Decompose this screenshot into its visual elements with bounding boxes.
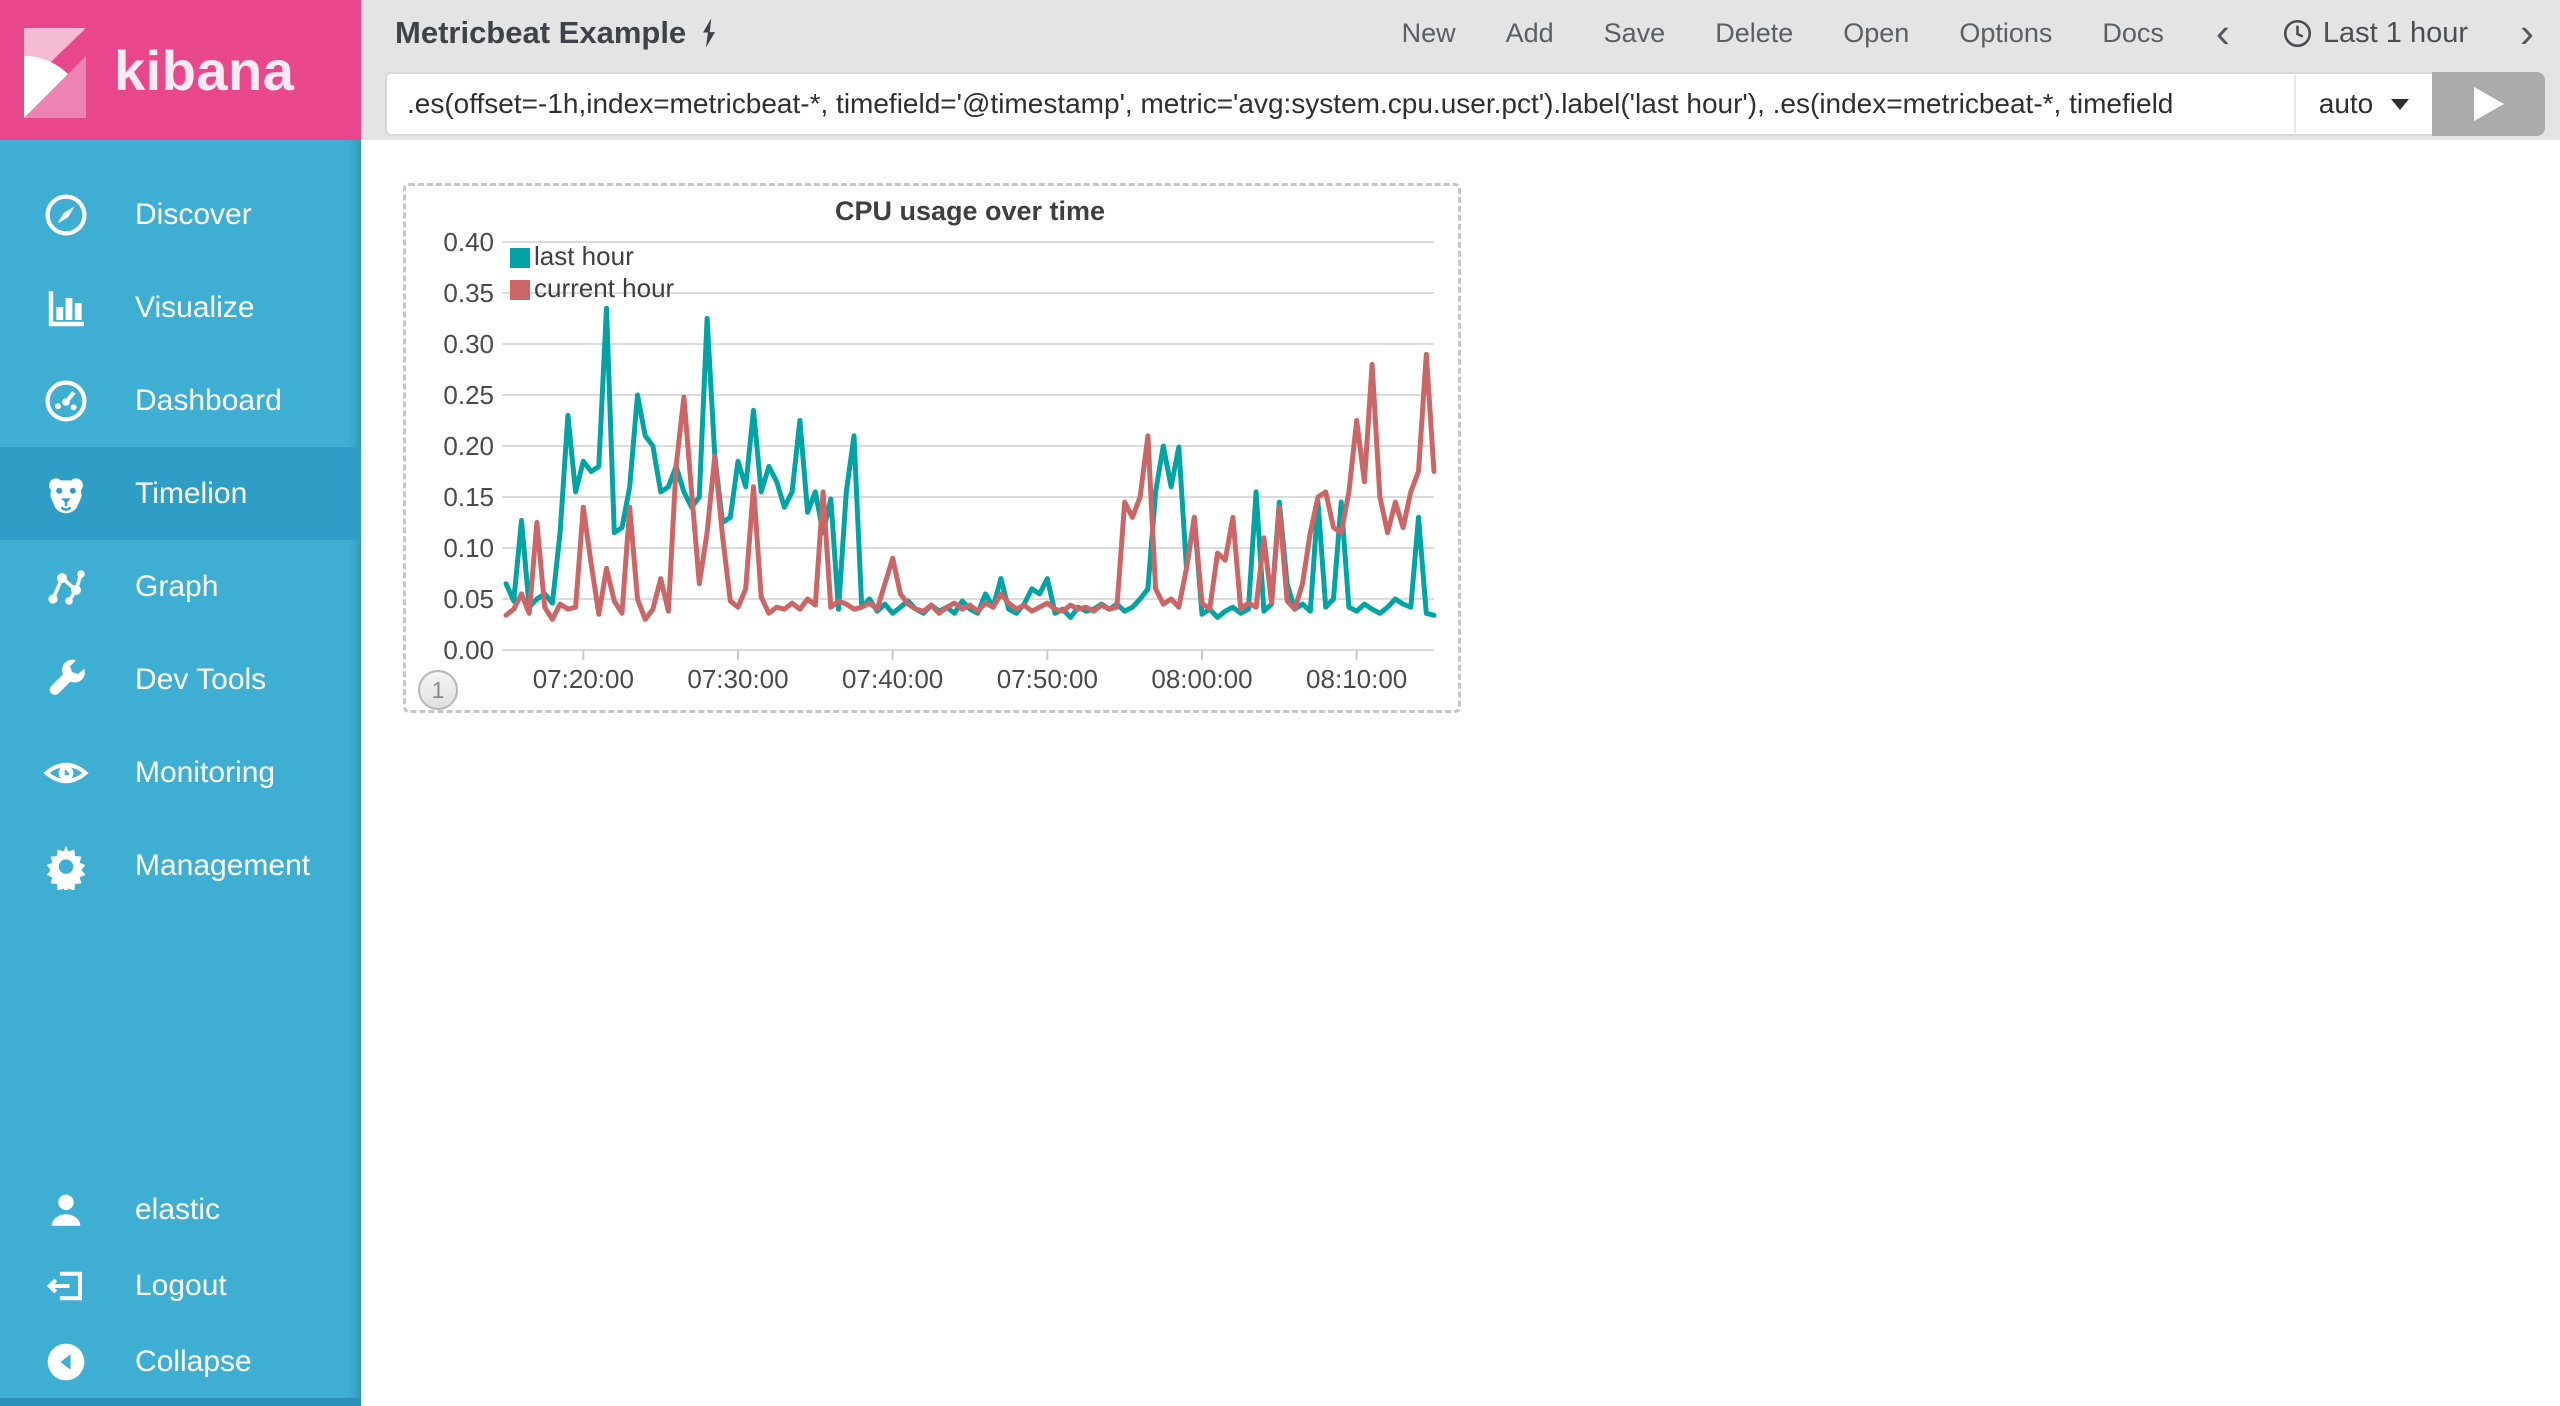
- sidebar-item-dev-tools[interactable]: Dev Tools: [0, 633, 361, 726]
- page-title-text: Metricbeat Example: [395, 15, 687, 50]
- time-back-icon[interactable]: ‹: [2214, 12, 2232, 54]
- series-line-last-hour: [503, 305, 1437, 620]
- y-axis-tick-label: 0.40: [443, 227, 494, 257]
- sidebar-item-label: Dev Tools: [135, 662, 267, 696]
- topbar: Metricbeat Example New Add Save Delete Open O…: [361, 0, 2560, 140]
- compass-icon: [42, 191, 90, 239]
- x-axis-tick-label: 08:00:00: [1151, 664, 1252, 694]
- sidebar-item-elastic[interactable]: elastic: [0, 1172, 361, 1248]
- sidebar-item-label: Management: [135, 848, 311, 882]
- sidebar-item-graph[interactable]: Graph: [0, 540, 361, 633]
- legend-swatch-current-hour[interactable]: [510, 280, 530, 300]
- sidebar-item-management[interactable]: Management: [0, 819, 361, 912]
- menu-item-save[interactable]: Save: [1604, 18, 1666, 49]
- logout-icon: [42, 1265, 90, 1307]
- legend-swatch-last-hour[interactable]: [510, 248, 530, 268]
- sidebar-item-label: Discover: [135, 197, 252, 231]
- sidebar-item-label: Collapse: [135, 1345, 252, 1378]
- y-axis-tick-label: 0.35: [443, 278, 494, 308]
- topbar-menu: New Add Save Delete Open Options Docs ‹ Last 1 …: [1402, 12, 2560, 54]
- sidebar-item-logout[interactable]: Logout: [0, 1248, 361, 1324]
- x-axis-tick-label: 08:10:00: [1306, 664, 1407, 694]
- time-picker-label: Last 1 hour: [2322, 16, 2468, 49]
- menu-item-docs[interactable]: Docs: [2102, 18, 2164, 49]
- timelion-chart-panel[interactable]: CPU usage over time 0.00 0.05 0.10 0.15 0.20 0…: [403, 183, 1461, 713]
- sidebar-item-label: Graph: [135, 569, 219, 603]
- sidebar-footer: elastic Logout Collapse: [0, 1172, 361, 1400]
- kibana-logo-icon: [24, 28, 86, 118]
- eye-icon: [42, 749, 90, 797]
- sidebar-item-label: elastic: [135, 1193, 221, 1226]
- y-axis-tick-label: 0.05: [443, 584, 494, 614]
- interval-value: auto: [2318, 88, 2374, 119]
- series-line-current-hour: [503, 351, 1437, 622]
- y-axis-tick-label: 0.00: [443, 635, 494, 665]
- lion-icon: [42, 470, 90, 518]
- sidebar-item-label: Dashboard: [135, 383, 282, 417]
- sidebar: kibana Discover Visualize Dashboard Timelio…: [0, 0, 361, 1406]
- play-icon: [2473, 87, 2504, 121]
- sidebar-item-label: Visualize: [135, 290, 255, 324]
- x-axis-tick-label: 07:50:00: [997, 664, 1098, 694]
- gear-icon: [42, 842, 90, 890]
- sidebar-item-dashboard[interactable]: Dashboard: [0, 354, 361, 447]
- gauge-icon: [42, 377, 90, 425]
- y-axis-tick-label: 0.20: [443, 431, 494, 461]
- time-picker[interactable]: Last 1 hour: [2282, 17, 2468, 50]
- logo-text: kibana: [114, 38, 295, 102]
- sidebar-item-timelion[interactable]: Timelion: [0, 447, 361, 540]
- query-bar: auto: [385, 72, 2545, 136]
- x-axis-tick-label: 07:40:00: [842, 664, 943, 694]
- x-axis-tick-label: 07:30:00: [687, 664, 788, 694]
- kibana-logo[interactable]: kibana: [0, 0, 361, 140]
- run-button[interactable]: [2432, 72, 2545, 136]
- timelion-expression-input[interactable]: [385, 72, 2294, 136]
- y-axis-tick-label: 0.10: [443, 533, 494, 563]
- sidebar-item-collapse[interactable]: Collapse: [0, 1324, 361, 1400]
- panel-number-badge[interactable]: 1: [418, 670, 458, 710]
- page-title: Metricbeat Example: [395, 15, 720, 51]
- sidebar-item-label: Monitoring: [135, 755, 276, 789]
- time-forward-icon[interactable]: ›: [2518, 12, 2536, 54]
- top-navigation: Metricbeat Example New Add Save Delete Open O…: [361, 0, 2560, 66]
- graph-icon: [42, 563, 90, 611]
- wrench-icon: [42, 656, 90, 704]
- chart-title: CPU usage over time: [835, 196, 1105, 226]
- sidebar-item-discover[interactable]: Discover: [0, 168, 361, 261]
- lightning-bolt-icon: [698, 18, 720, 48]
- sidebar-item-monitoring[interactable]: Monitoring: [0, 726, 361, 819]
- chevron-down-icon: [2391, 98, 2410, 110]
- y-axis-tick-label: 0.25: [443, 380, 494, 410]
- menu-item-new[interactable]: New: [1402, 18, 1456, 49]
- main-content: CPU usage over time 0.00 0.05 0.10 0.15 0.20 0…: [361, 140, 2560, 1406]
- menu-item-options[interactable]: Options: [1959, 18, 2052, 49]
- barchart-icon: [42, 284, 90, 332]
- menu-item-delete[interactable]: Delete: [1715, 18, 1793, 49]
- menu-item-open[interactable]: Open: [1843, 18, 1909, 49]
- y-axis-tick-label: 0.15: [443, 482, 494, 512]
- sidebar-item-label: Logout: [135, 1269, 227, 1302]
- interval-select[interactable]: auto: [2294, 72, 2432, 136]
- sidebar-item-label: Timelion: [135, 476, 248, 510]
- y-axis-tick-label: 0.30: [443, 329, 494, 359]
- menu-item-add[interactable]: Add: [1506, 18, 1554, 49]
- sidebar-nav: Discover Visualize Dashboard Timelion Graph D…: [0, 140, 361, 912]
- x-axis-tick-label: 07:20:00: [533, 664, 634, 694]
- legend-label-last-hour[interactable]: last hour: [534, 241, 634, 271]
- sidebar-bottom-strip: [0, 1398, 361, 1406]
- legend-label-current-hour[interactable]: current hour: [534, 273, 675, 303]
- user-icon: [42, 1189, 90, 1231]
- timelion-chart[interactable]: CPU usage over time 0.00 0.05 0.10 0.15 0.20 0…: [406, 186, 1458, 710]
- collapse-icon: [42, 1341, 90, 1383]
- sidebar-item-visualize[interactable]: Visualize: [0, 261, 361, 354]
- clock-icon: [2283, 19, 2311, 47]
